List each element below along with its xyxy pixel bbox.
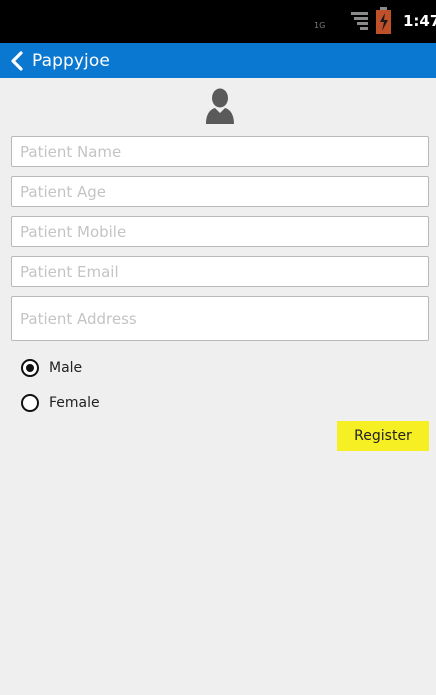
gender-male-label: Male [49,360,83,376]
gender-female-label: Female [49,395,100,411]
network-type-label: 1G [314,21,326,30]
back-button[interactable]: Pappyjoe [0,43,110,78]
patient-name-input[interactable] [11,136,429,167]
chevron-left-icon [11,50,23,71]
app-screen: 1G 1:47 Pappyjoe Patient Name Patient Ag… [0,0,436,695]
status-clock: 1:47 [403,12,436,30]
patient-email-input[interactable] [11,256,429,287]
radio-dot [26,364,34,372]
register-button[interactable]: Register [337,421,429,451]
signal-icon [351,12,368,30]
battery-icon [376,7,391,34]
patient-mobile-input[interactable] [11,216,429,247]
patient-age-input[interactable] [11,176,429,207]
app-title: Pappyjoe [32,50,110,71]
action-bar: Pappyjoe [0,43,436,78]
patient-address-input[interactable] [11,296,429,341]
registration-form: Male Female Register [0,78,436,695]
gender-female-radio[interactable]: Female [21,394,100,412]
person-icon [206,88,234,124]
status-bar: 1G 1:47 [0,0,436,43]
gender-male-radio[interactable]: Male [21,359,82,377]
radio-checked-icon [21,359,39,377]
radio-unchecked-icon [21,394,39,412]
